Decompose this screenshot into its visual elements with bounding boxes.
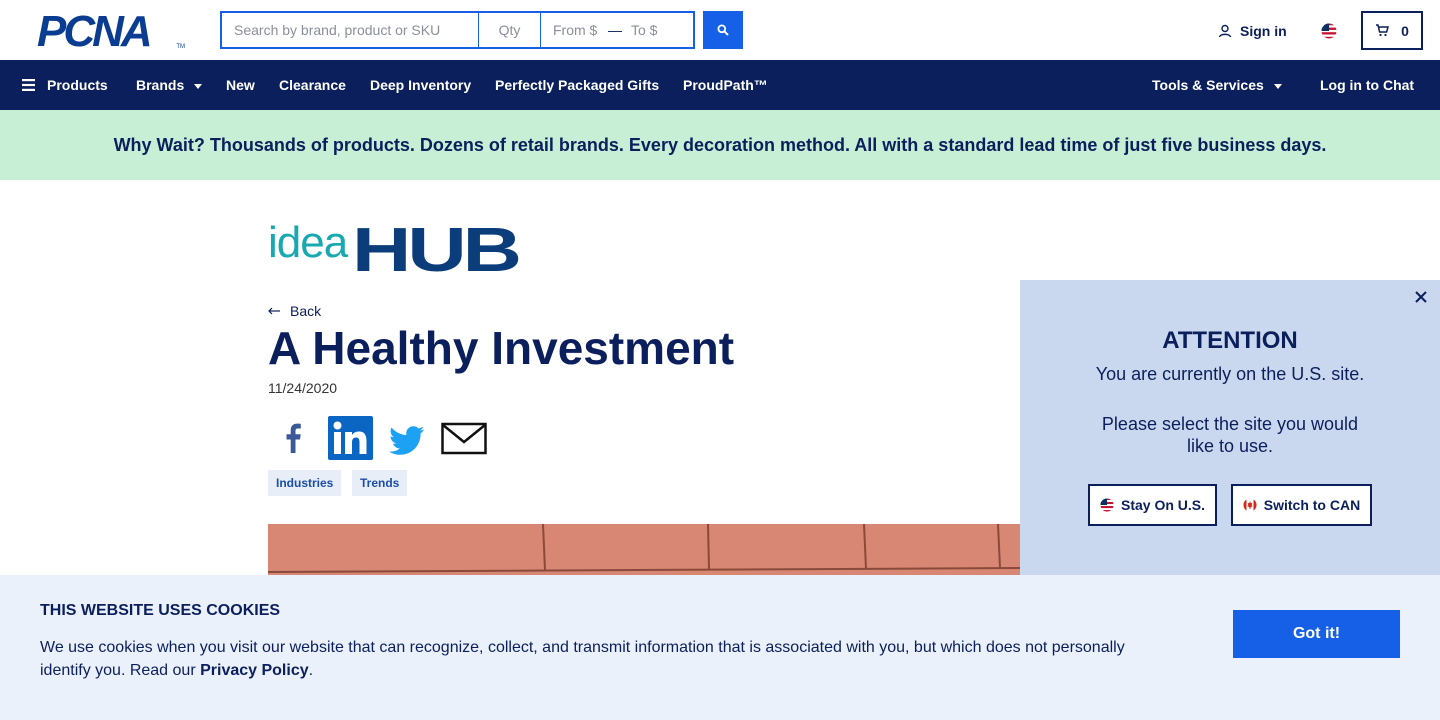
cart-icon — [1376, 24, 1390, 37]
us-flag-icon[interactable] — [1321, 23, 1337, 39]
promo-text: Why Wait? Thousands of products. Dozens … — [113, 134, 1327, 155]
nav-item-chat-login[interactable]: Log in to Chat — [1320, 60, 1414, 110]
cart-count: 0 — [1401, 22, 1409, 39]
nav-item-new[interactable]: New — [226, 60, 255, 110]
promo-banner: Why Wait? Thousands of products. Dozens … — [0, 110, 1440, 180]
sign-in-label: Sign in — [1240, 23, 1287, 39]
modal-current-site-text: You are currently on the U.S. site. — [1095, 364, 1365, 384]
logo-text: PCNA — [37, 7, 153, 56]
cookie-text-block: We use cookies when you visit our websit… — [40, 636, 1150, 682]
modal-title: ATTENTION — [1162, 327, 1298, 354]
ideahub-logo[interactable]: idea HUB — [268, 214, 521, 285]
back-link[interactable]: Back — [268, 303, 321, 319]
linkedin-icon — [328, 416, 373, 460]
site-select-modal: ATTENTION You are currently on the U.S. … — [1020, 280, 1440, 580]
menu-icon — [22, 79, 35, 91]
price-to-input[interactable] — [625, 13, 685, 47]
facebook-share-button[interactable] — [272, 415, 316, 461]
qty-input[interactable] — [479, 13, 541, 47]
sign-in-link[interactable]: Sign in — [1218, 20, 1287, 42]
caret-down-icon — [1273, 83, 1282, 89]
price-from-input[interactable] — [541, 13, 605, 47]
email-share-button[interactable] — [441, 415, 487, 461]
search-icon — [717, 24, 729, 36]
nav-item-label: Perfectly Packaged Gifts — [495, 77, 660, 93]
price-range-dash: — — [608, 22, 622, 38]
close-icon[interactable] — [1412, 288, 1430, 306]
tag-label: Industries — [276, 476, 334, 490]
nav-item-tools-services[interactable]: Tools & Services — [1152, 60, 1282, 110]
nav-item-proudpath[interactable]: ProudPath™ — [683, 60, 768, 110]
pcna-logo[interactable]: PCNA TM — [37, 10, 185, 54]
tag-trends[interactable]: Trends — [352, 470, 408, 496]
logo-trademark: TM — [176, 44, 185, 50]
stay-on-us-button[interactable]: Stay On U.S. — [1088, 484, 1217, 526]
main-nav: Products Brands New Clearance Deep Inven… — [0, 60, 1440, 110]
switch-to-can-label: Switch to CAN — [1263, 497, 1361, 513]
nav-item-label: Deep Inventory — [370, 77, 472, 93]
search-bar: — — [220, 11, 695, 49]
nav-item-label: ProudPath™ — [683, 77, 768, 93]
nav-item-label: Products — [47, 77, 108, 93]
tag-industries[interactable]: Industries — [268, 470, 342, 496]
nav-item-label: Brands — [136, 77, 185, 93]
stay-on-us-label: Stay On U.S. — [1120, 497, 1206, 513]
email-icon — [441, 422, 487, 455]
arrow-left-icon — [268, 307, 280, 315]
nav-item-products[interactable]: Products — [22, 60, 108, 110]
caret-down-icon — [194, 83, 203, 89]
cookie-text-end: . — [308, 662, 314, 679]
nav-item-label: Log in to Chat — [1320, 77, 1415, 93]
cart-button[interactable]: 0 — [1361, 11, 1423, 50]
ideahub-logo-idea: idea — [268, 218, 349, 267]
nav-item-brands[interactable]: Brands — [136, 60, 203, 110]
nav-item-label: Clearance — [279, 77, 346, 93]
user-icon — [1218, 24, 1232, 38]
nav-item-deep-inventory[interactable]: Deep Inventory — [370, 60, 471, 110]
us-flag-icon — [1100, 498, 1114, 512]
twitter-icon — [389, 426, 424, 455]
modal-select-text: Please select the site you would like to… — [1101, 414, 1359, 456]
nav-item-label: New — [226, 77, 255, 93]
facebook-icon — [286, 423, 301, 453]
nav-item-perfectly-packaged-gifts[interactable]: Perfectly Packaged Gifts — [495, 60, 659, 110]
cookie-banner: THIS WEBSITE USES COOKIES We use cookies… — [0, 575, 1440, 720]
search-input[interactable] — [222, 13, 479, 47]
cookie-title: THIS WEBSITE USES COOKIES — [40, 602, 281, 619]
article-title: A Healthy Investment — [268, 322, 735, 374]
privacy-policy-link[interactable]: Privacy Policy — [200, 662, 309, 679]
canada-flag-icon — [1243, 498, 1257, 512]
nav-item-clearance[interactable]: Clearance — [279, 60, 346, 110]
top-header: PCNA TM — Sign in 0 — [0, 0, 1440, 60]
switch-to-can-button[interactable]: Switch to CAN — [1231, 484, 1372, 526]
got-it-button[interactable]: Got it! — [1233, 610, 1400, 658]
twitter-share-button[interactable] — [386, 415, 430, 461]
nav-item-label: Tools & Services — [1152, 77, 1264, 93]
back-label: Back — [290, 303, 322, 319]
search-button[interactable] — [703, 11, 743, 49]
article-date: 11/24/2020 — [268, 380, 338, 396]
linkedin-share-button[interactable] — [328, 415, 374, 461]
ideahub-logo-hub: HUB — [352, 216, 518, 274]
tag-label: Trends — [360, 476, 400, 490]
